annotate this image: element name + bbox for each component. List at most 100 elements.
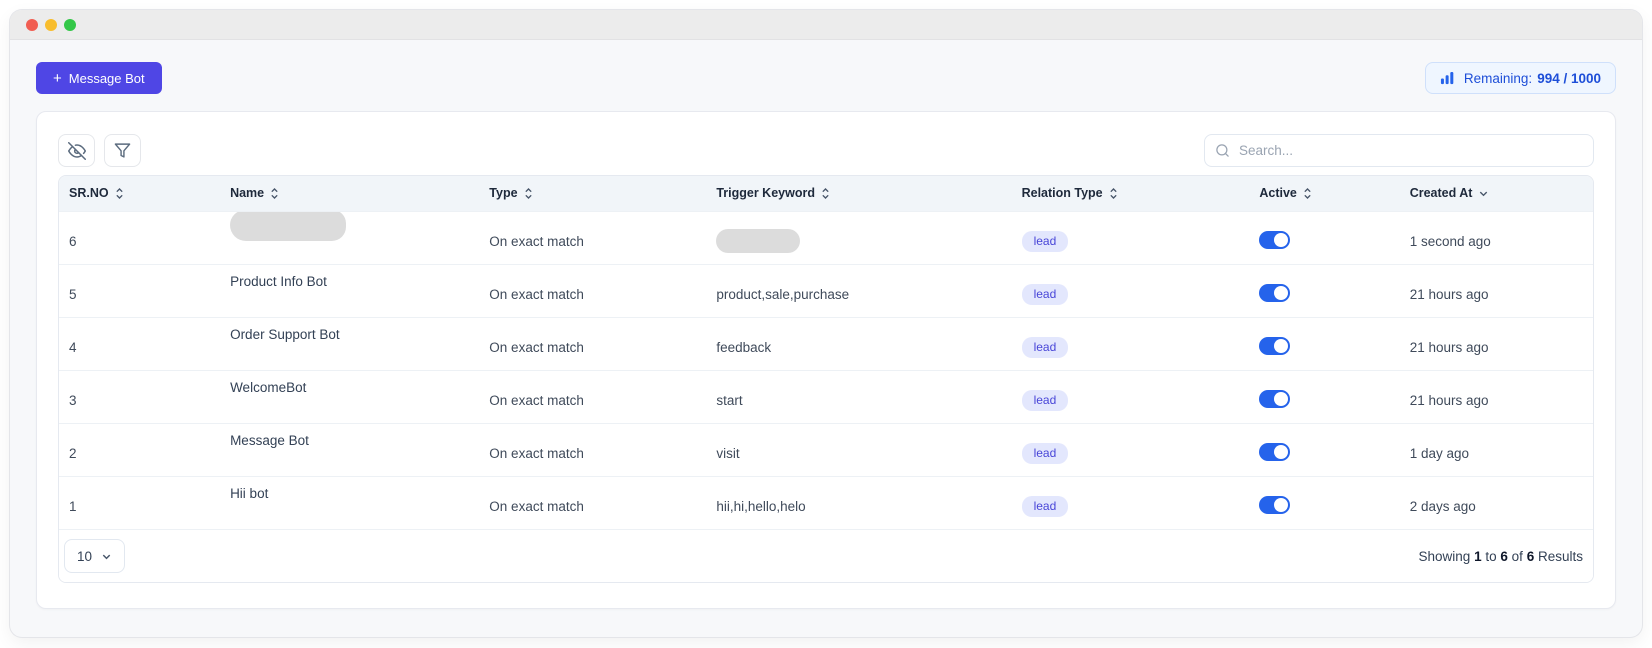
cell-trigger-keyword: visit <box>706 422 1012 476</box>
active-toggle[interactable] <box>1259 443 1291 461</box>
cell-srno: 3 <box>59 369 221 423</box>
table-row[interactable]: 2 Message Bot On exact match visit lead … <box>59 422 1593 476</box>
sort-desc-icon <box>1480 191 1488 197</box>
relation-type-badge: lead <box>1021 496 1069 518</box>
remaining-label: Remaining: <box>1463 70 1533 86</box>
cell-type: On exact match <box>479 475 707 529</box>
cell-srno: 5 <box>59 263 221 317</box>
cell-created-at: 1 day ago <box>1399 422 1593 476</box>
cell-active <box>1249 316 1400 370</box>
cell-active <box>1249 263 1400 317</box>
cell-name: Order Support Bot <box>220 316 480 370</box>
column-header-active[interactable]: Active <box>1249 176 1400 211</box>
cell-active <box>1249 475 1400 529</box>
cell-trigger-keyword: hii,hi,hello,helo <box>706 475 1012 529</box>
filter-button[interactable] <box>104 134 141 167</box>
table-row[interactable]: 5 Product Info Bot On exact match produc… <box>59 263 1593 317</box>
relation-type-badge: lead <box>1021 390 1069 411</box>
table-row[interactable]: 1 Hii bot On exact match hii,hi,hello,he… <box>59 475 1593 529</box>
column-header-type[interactable]: Type <box>479 176 707 211</box>
eye-off-icon <box>67 141 86 160</box>
column-header-relation-type[interactable]: Relation Type <box>1011 176 1250 211</box>
sort-both-icon <box>271 187 278 199</box>
cell-srno: 1 <box>59 475 221 529</box>
window-titlebar <box>10 10 1642 40</box>
table-row[interactable]: 6 On exact match lead 1 second ago <box>59 210 1593 264</box>
search-container <box>1204 134 1594 167</box>
cell-srno: 2 <box>59 422 221 476</box>
cell-type: On exact match <box>479 263 707 317</box>
bots-table-container: SR.NO Name Type Trigger Keyword Relation… <box>58 175 1594 583</box>
active-toggle[interactable] <box>1259 231 1291 249</box>
cell-trigger-keyword: start <box>706 369 1012 423</box>
relation-type-badge: lead <box>1021 337 1069 358</box>
bots-table: SR.NO Name Type Trigger Keyword Relation… <box>59 176 1593 529</box>
cell-relation-type: lead <box>1011 316 1250 370</box>
plus-icon: + <box>53 69 62 87</box>
active-toggle[interactable] <box>1259 496 1291 515</box>
cell-relation-type: lead <box>1011 210 1250 264</box>
remaining-value: 994 / 1000 <box>1537 70 1601 86</box>
add-message-bot-label: Message Bot <box>68 70 145 86</box>
redacted-name-blob <box>230 212 347 241</box>
cell-name: Message Bot <box>220 422 480 476</box>
active-toggle[interactable] <box>1259 284 1291 302</box>
page-size-select[interactable]: 10 <box>64 539 125 573</box>
column-header-srno[interactable]: SR.NO <box>59 176 221 211</box>
sort-both-icon <box>524 187 532 199</box>
add-message-bot-button[interactable]: + Message Bot <box>36 62 162 94</box>
search-icon <box>1216 144 1229 157</box>
cell-created-at: 1 second ago <box>1399 210 1593 264</box>
active-toggle[interactable] <box>1259 390 1291 408</box>
minimize-window-icon[interactable] <box>45 18 57 31</box>
table-toolbar <box>58 134 1594 167</box>
cell-active <box>1249 422 1400 476</box>
cell-active <box>1249 210 1400 264</box>
active-toggle[interactable] <box>1259 337 1291 355</box>
sort-both-icon <box>115 187 123 199</box>
bots-table-card: SR.NO Name Type Trigger Keyword Relation… <box>36 111 1616 609</box>
cell-relation-type: lead <box>1011 475 1250 529</box>
toggle-columns-button[interactable] <box>58 134 95 167</box>
cell-type: On exact match <box>479 422 707 476</box>
column-header-created-at[interactable]: Created At <box>1399 176 1593 211</box>
cell-created-at: 21 hours ago <box>1399 369 1593 423</box>
sort-both-icon <box>822 187 829 199</box>
cell-name: Product Info Bot <box>220 263 480 317</box>
cell-trigger-keyword <box>706 210 1012 264</box>
cell-type: On exact match <box>479 210 707 264</box>
cell-trigger-keyword: feedback <box>706 316 1012 370</box>
relation-type-badge: lead <box>1021 443 1069 464</box>
app-window: + Message Bot Remaining: 994 / 1000 Sear… <box>10 10 1642 637</box>
top-action-bar: + Message Bot Remaining: 994 / 1000 <box>36 62 1616 94</box>
sort-both-icon <box>1109 187 1117 199</box>
zoom-window-icon[interactable] <box>64 18 76 31</box>
page-content: + Message Bot Remaining: 994 / 1000 Sear… <box>10 40 1642 609</box>
table-footer: 10 Showing 1 to 6 of 6 Results <box>59 529 1593 582</box>
redacted-trigger-blob <box>716 228 801 253</box>
cell-trigger-keyword: product,sale,purchase <box>706 263 1012 317</box>
bar-chart-icon <box>1440 71 1454 84</box>
remaining-quota-badge: Remaining: 994 / 1000 <box>1424 62 1616 94</box>
cell-name <box>220 210 480 264</box>
column-header-trigger-keyword[interactable]: Trigger Keyword <box>706 176 1012 211</box>
close-window-icon[interactable] <box>26 18 38 31</box>
page-size-value: 10 <box>76 548 93 564</box>
cell-srno: 6 <box>59 210 221 264</box>
filter-icon <box>114 143 131 158</box>
cell-name: WelcomeBot <box>220 369 480 423</box>
cell-type: On exact match <box>479 369 707 423</box>
cell-relation-type: lead <box>1011 369 1250 423</box>
sort-both-icon <box>1304 187 1311 199</box>
cell-relation-type: lead <box>1011 263 1250 317</box>
relation-type-badge: lead <box>1021 231 1069 252</box>
cell-created-at: 2 days ago <box>1399 475 1593 529</box>
table-row[interactable]: 3 WelcomeBot On exact match start lead 2… <box>59 369 1593 423</box>
relation-type-badge: lead <box>1021 284 1069 305</box>
cell-relation-type: lead <box>1011 422 1250 476</box>
cell-name: Hii bot <box>220 475 480 529</box>
table-row[interactable]: 4 Order Support Bot On exact match feedb… <box>59 316 1593 370</box>
column-header-name[interactable]: Name <box>220 176 480 211</box>
search-input[interactable] <box>1204 134 1594 167</box>
results-summary: Showing 1 to 6 of 6 Results <box>1418 548 1583 564</box>
